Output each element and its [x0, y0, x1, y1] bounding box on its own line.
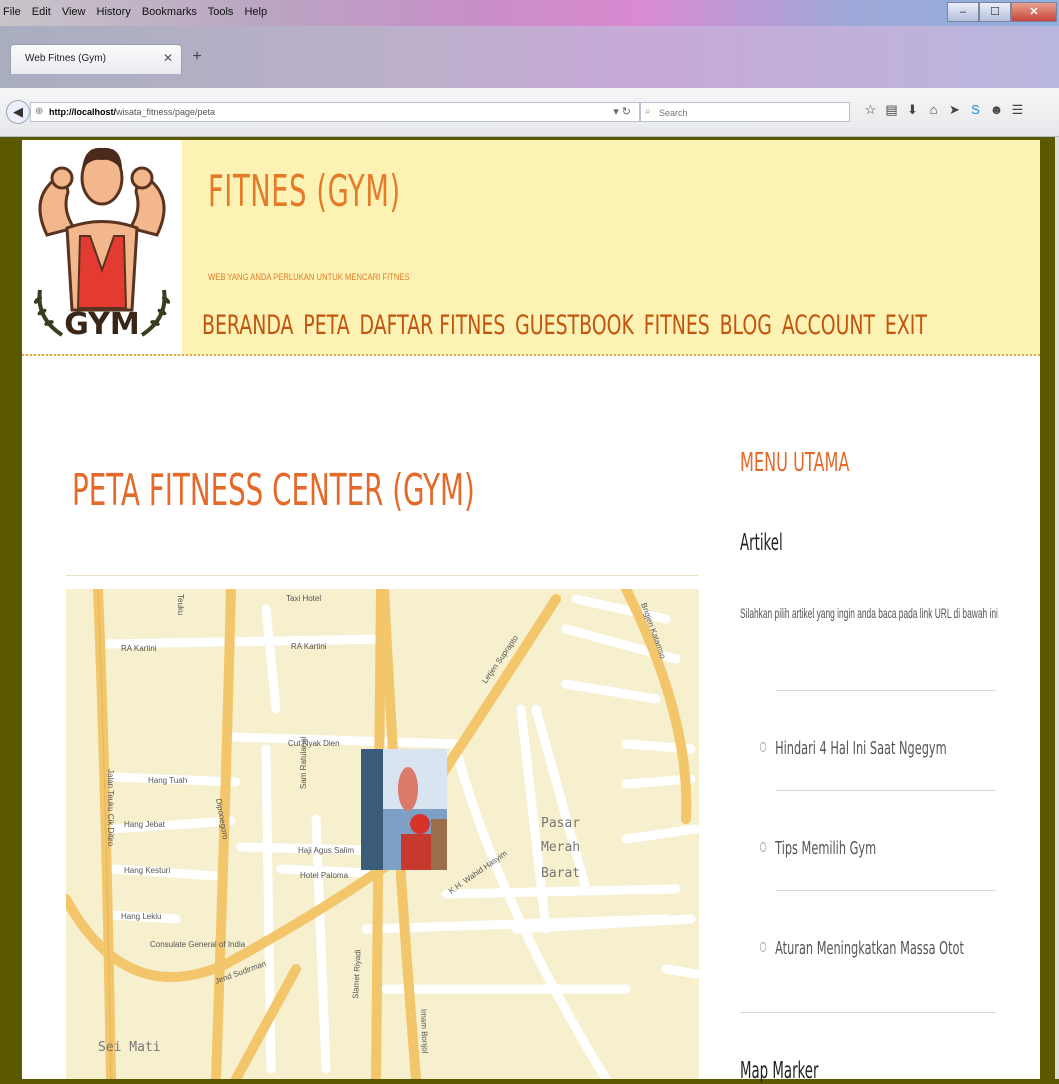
artikel-description: Silahkan pilih artikel yang ingin anda b… [740, 605, 998, 621]
bullet-icon [760, 742, 767, 752]
sidebar-divider [776, 890, 996, 891]
artikel-link-item[interactable]: Hindari 4 Hal Ini Saat Ngegym [760, 738, 947, 759]
map-label-sam-ratulangi: Sam Ratulangi [299, 736, 308, 789]
map-marker-heading: Map Marker [740, 1058, 819, 1084]
nav-account[interactable]: ACCOUNT [782, 310, 875, 341]
chat-icon[interactable]: ☻ [986, 102, 1007, 118]
navigation-toolbar: ◀ ⊕ http://localhost/wisata_fitness/page… [0, 88, 1059, 137]
map-label-ra-kartini-2: RA Kartini [291, 642, 327, 651]
search-icon: ⌕ [645, 106, 651, 117]
artikel-heading: Artikel [740, 530, 783, 556]
close-tab-icon[interactable]: ✕ [163, 51, 173, 65]
map-label-teuku-cikditiro: Jalan Teuku Cik Ditiro [106, 769, 115, 847]
menu-bookmarks[interactable]: Bookmarks [142, 6, 197, 18]
nav-beranda[interactable]: BERANDA [202, 310, 293, 341]
send-icon[interactable]: ➤ [944, 102, 965, 118]
hamburger-menu-icon[interactable]: ☰ [1007, 102, 1028, 118]
menu-bar: File Edit View History Bookmarks Tools H… [0, 0, 1059, 26]
map-label-hotel-paloma: Hotel Paloma [300, 871, 349, 880]
search-input[interactable] [657, 105, 841, 121]
reload-icon[interactable]: ▾ ↻ [613, 105, 631, 118]
sidebar-divider [740, 1012, 996, 1013]
nav-daftar-fitnes[interactable]: DAFTAR FITNES [359, 310, 505, 341]
search-box[interactable]: ⌕ [640, 102, 850, 122]
gym-logo[interactable]: GYM [22, 140, 182, 354]
bullet-icon [760, 942, 767, 952]
tab-strip: Web Fitnes (Gym) ✕ + [0, 26, 1059, 88]
gym-map[interactable]: Taxi Hotel RA Kartini RA Kartini Cut Nya… [66, 589, 699, 1079]
map-label-ra-kartini-1: RA Kartini [121, 644, 157, 653]
globe-icon: ⊕ [35, 106, 44, 117]
bullet-icon [760, 842, 767, 852]
menu-edit[interactable]: Edit [32, 6, 51, 18]
window-controls: ‒ ☐ ✕ [947, 2, 1057, 22]
nav-exit[interactable]: EXIT [885, 310, 927, 341]
back-icon[interactable]: ◀ [6, 100, 30, 124]
sidebar-title: MENU UTAMA [740, 448, 850, 478]
menu-tools[interactable]: Tools [208, 6, 234, 18]
close-window-button[interactable]: ✕ [1011, 2, 1057, 22]
map-label-taxi-hotel: Taxi Hotel [286, 594, 321, 603]
map-label-teuku: Teuku [176, 594, 185, 615]
gym-marker[interactable] [361, 749, 447, 870]
menu-help[interactable]: Help [244, 6, 267, 18]
map-label-barat: Barat [541, 866, 580, 881]
nav-peta[interactable]: PETA [303, 310, 349, 341]
logo-text: GYM [64, 307, 140, 342]
url-host: http://localhost/ [49, 107, 116, 117]
menu-items: File Edit View History Bookmarks Tools H… [3, 6, 275, 18]
nav-fitnes[interactable]: FITNES [644, 310, 710, 341]
artikel-link-item[interactable]: Aturan Meningkatkan Massa Otot [760, 938, 964, 959]
artikel-link-label: Tips Memilih Gym [775, 838, 877, 859]
main-nav: BERANDA PETA DAFTAR FITNES GUESTBOOK FIT… [202, 310, 937, 341]
toolbar-icons: ☆ ▤ ⬇ ⌂ ➤ S ☻ ☰ [860, 102, 1028, 118]
map-label-hang-tuah: Hang Tuah [148, 776, 187, 785]
home-icon[interactable]: ⌂ [923, 102, 944, 118]
menu-history[interactable]: History [97, 6, 131, 18]
browser-tab[interactable]: Web Fitnes (Gym) ✕ [10, 44, 182, 74]
sidebar-divider [776, 790, 996, 791]
map-label-hang-jebat: Hang Jebat [124, 820, 166, 829]
menu-file[interactable]: File [3, 6, 21, 18]
map-label-pasar: Pasar [541, 816, 580, 831]
url-text: http://localhost/wisata_fitness/page/pet… [49, 107, 215, 117]
map-label-hang-lekiu: Hang Lekiu [121, 912, 161, 921]
map-label-cut-nyak-dien: Cut Nyak Dien [288, 739, 340, 748]
map-label-imam-bonjol: Imam Bonjol [419, 1009, 430, 1054]
nav-blog[interactable]: BLOG [720, 310, 772, 341]
title-divider [66, 575, 698, 576]
artikel-link-label: Aturan Meningkatkan Massa Otot [775, 938, 964, 959]
site-title[interactable]: FITNES (GYM) [208, 166, 401, 217]
artikel-link-item[interactable]: Tips Memilih Gym [760, 838, 876, 859]
reading-list-icon[interactable]: ▤ [881, 102, 902, 118]
skype-icon[interactable]: S [965, 102, 986, 118]
site-tagline: WEB YANG ANDA PERLUKAN UNTUK MENCARI FIT… [208, 272, 410, 282]
map-label-haji-agus-salim: Haji Agus Salim [298, 846, 354, 855]
gym-logo-image: GYM [33, 147, 171, 342]
scrollbar[interactable] [1055, 137, 1059, 1079]
tab-title: Web Fitnes (Gym) [25, 53, 106, 64]
sidebar-divider [776, 690, 996, 691]
map-label-hang-kesturi: Hang Kesturi [124, 866, 170, 875]
url-path: wisata_fitness/page/peta [116, 107, 216, 117]
maximize-button[interactable]: ☐ [979, 2, 1011, 22]
new-tab-icon[interactable]: + [186, 46, 208, 68]
bookmark-star-icon[interactable]: ☆ [860, 102, 881, 118]
page-title: PETA FITNESS CENTER (GYM) [72, 465, 475, 516]
map-canvas: Taxi Hotel RA Kartini RA Kartini Cut Nya… [66, 589, 699, 1079]
map-label-merah: Merah [541, 840, 580, 855]
download-icon[interactable]: ⬇ [902, 102, 923, 118]
address-bar[interactable]: ⊕ http://localhost/wisata_fitness/page/p… [30, 102, 640, 122]
map-label-consulate: Consulate General of India [150, 940, 246, 949]
artikel-link-label: Hindari 4 Hal Ini Saat Ngegym [775, 738, 947, 759]
minimize-button[interactable]: ‒ [947, 2, 979, 22]
map-label-sei-mati: Sei Mati [98, 1040, 161, 1055]
nav-guestbook[interactable]: GUESTBOOK [515, 310, 634, 341]
menu-view[interactable]: View [62, 6, 86, 18]
